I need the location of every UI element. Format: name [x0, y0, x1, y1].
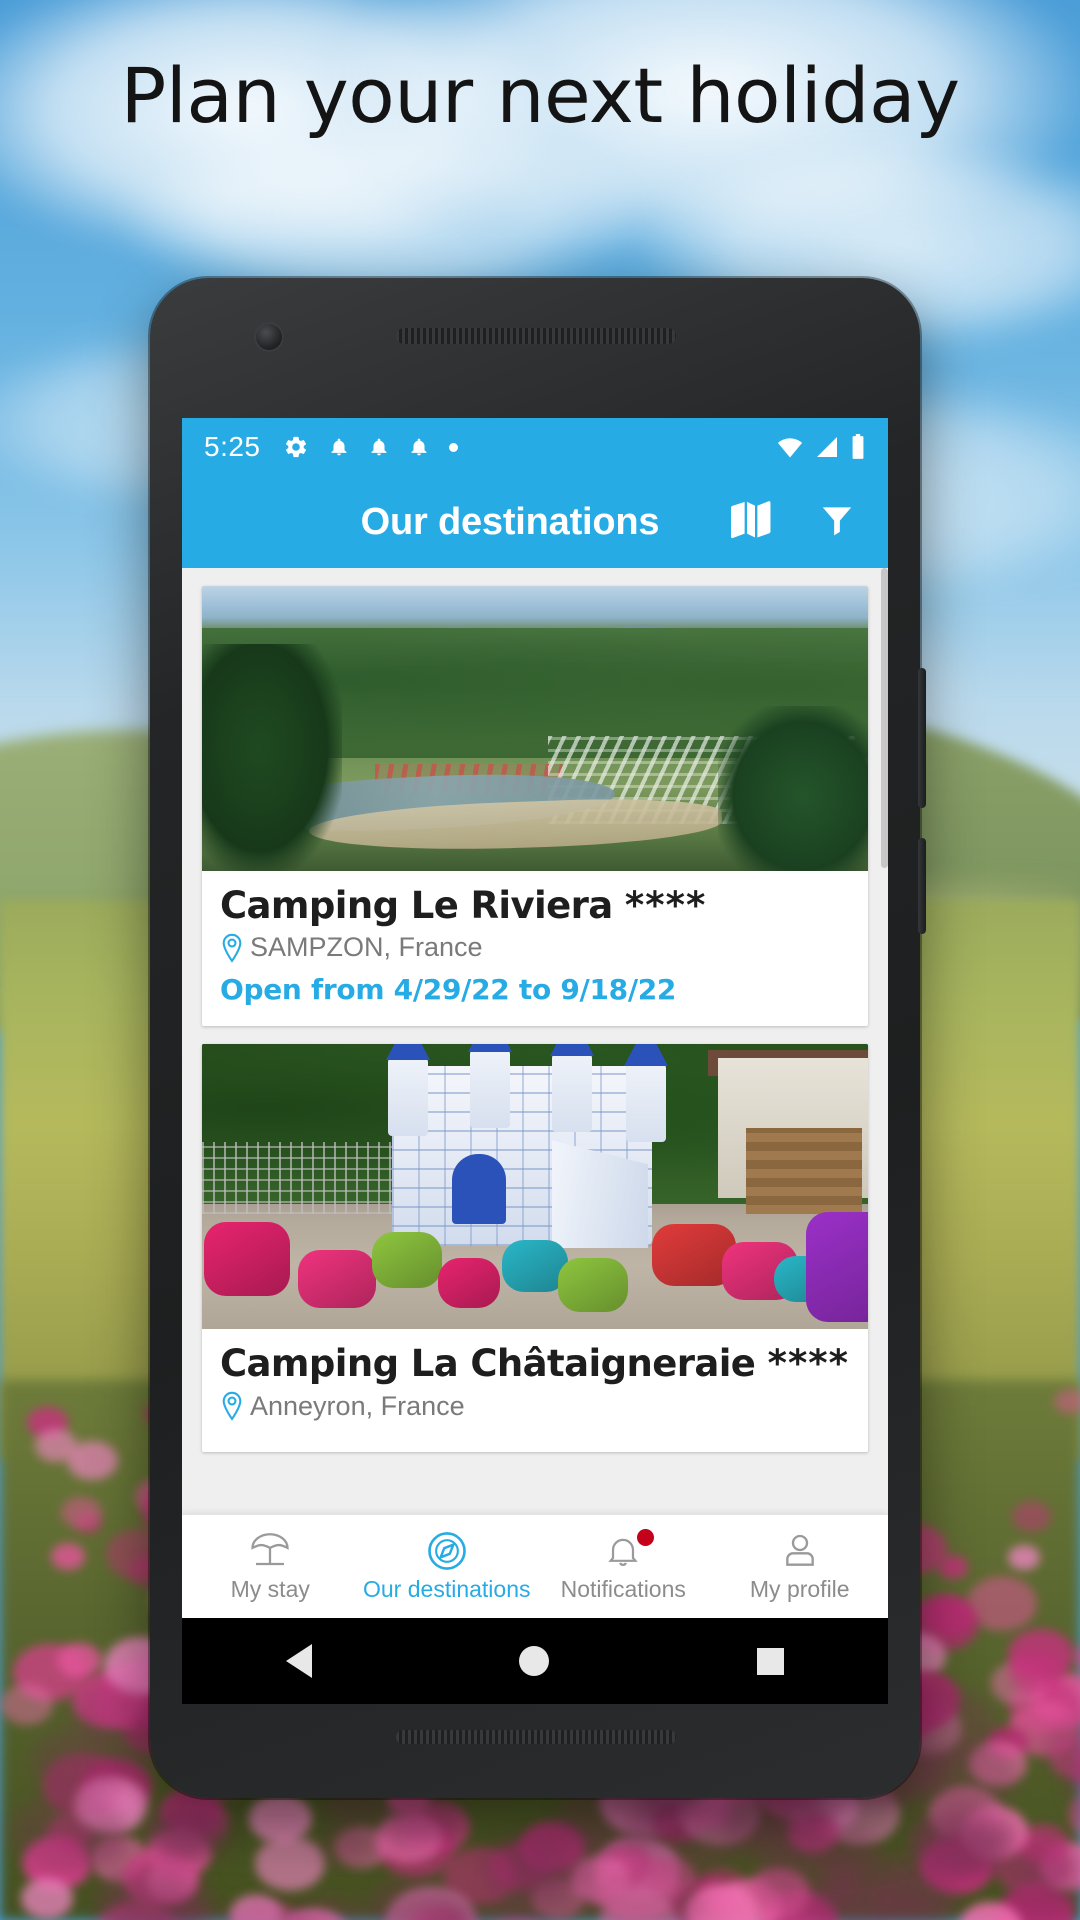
battery-icon	[850, 434, 866, 460]
wifi-icon	[776, 436, 804, 458]
phone-mockup: 5:25 Our destinations Camping Le Riviera…	[150, 278, 920, 1798]
compass-icon	[426, 1530, 468, 1572]
bottom-navigation: My stay Our destinations Notifications M…	[182, 1514, 888, 1618]
destination-name: Camping Le Riviera	[220, 884, 613, 927]
beach-umbrella-icon	[247, 1530, 293, 1572]
recents-icon[interactable]	[757, 1648, 784, 1675]
destination-rating: ****	[625, 884, 706, 927]
destination-name: Camping La Châtaigneraie	[220, 1342, 755, 1385]
scrollbar[interactable]	[881, 568, 888, 868]
destination-title-row: Camping Le Riviera ****	[220, 885, 850, 926]
app-toolbar: Our destinations	[182, 476, 888, 568]
location-pin-icon	[220, 1391, 244, 1421]
page-title: Plan your next holiday	[0, 58, 1080, 134]
status-left-icons	[283, 434, 458, 460]
destination-info: Camping La Châtaigneraie **** Anneyron, …	[202, 1329, 868, 1451]
earpiece-speaker	[396, 328, 676, 344]
notification-badge	[637, 1529, 654, 1546]
destination-location-row: SAMPZON, France	[220, 932, 850, 963]
status-right-icons	[776, 434, 866, 460]
bell-icon	[329, 435, 349, 459]
nav-label: Our destinations	[363, 1576, 530, 1603]
bell-icon	[409, 435, 429, 459]
front-camera-icon	[254, 322, 284, 352]
nav-item-notifications[interactable]: Notifications	[535, 1515, 712, 1618]
volume-button[interactable]	[918, 668, 926, 808]
nav-item-my-stay[interactable]: My stay	[182, 1515, 359, 1618]
destination-card[interactable]: Camping Le Riviera **** SAMPZON, France …	[202, 586, 868, 1026]
destination-location-row: Anneyron, France	[220, 1391, 850, 1422]
map-icon[interactable]	[728, 500, 774, 545]
destination-location: Anneyron, France	[250, 1391, 465, 1422]
nav-label: Notifications	[561, 1576, 686, 1603]
toolbar-title: Our destinations	[182, 501, 728, 544]
destinations-list[interactable]: Camping Le Riviera **** SAMPZON, France …	[182, 568, 888, 1618]
destination-location: SAMPZON, France	[250, 932, 483, 963]
destination-dates: Open from 4/29/22 to 9/18/22	[220, 973, 850, 1006]
bottom-speaker-grill	[396, 1730, 676, 1744]
android-navigation-bar	[182, 1618, 888, 1704]
toolbar-actions	[728, 500, 862, 545]
destination-photo	[202, 586, 868, 871]
gear-icon	[283, 434, 309, 460]
back-icon[interactable]	[286, 1644, 312, 1678]
power-button[interactable]	[918, 838, 926, 934]
nav-item-our-destinations[interactable]: Our destinations	[359, 1515, 536, 1618]
status-bar: 5:25	[182, 418, 888, 476]
nav-label: My profile	[750, 1576, 850, 1603]
cellular-signal-icon	[814, 436, 840, 458]
destination-photo	[202, 1044, 868, 1329]
dot-icon	[449, 443, 458, 452]
destination-rating: ****	[768, 1342, 849, 1385]
location-pin-icon	[220, 933, 244, 963]
nav-item-my-profile[interactable]: My profile	[712, 1515, 889, 1618]
filter-icon[interactable]	[818, 501, 856, 544]
phone-screen: 5:25 Our destinations Camping Le Riviera…	[182, 418, 888, 1618]
destination-card[interactable]: Camping La Châtaigneraie **** Anneyron, …	[202, 1044, 868, 1451]
home-icon[interactable]	[519, 1646, 549, 1676]
destination-title-row: Camping La Châtaigneraie ****	[220, 1343, 850, 1384]
status-clock: 5:25	[204, 431, 261, 463]
person-icon	[780, 1530, 820, 1572]
destination-info: Camping Le Riviera **** SAMPZON, France …	[202, 871, 868, 1026]
nav-label: My stay	[231, 1576, 310, 1603]
bell-icon	[369, 435, 389, 459]
